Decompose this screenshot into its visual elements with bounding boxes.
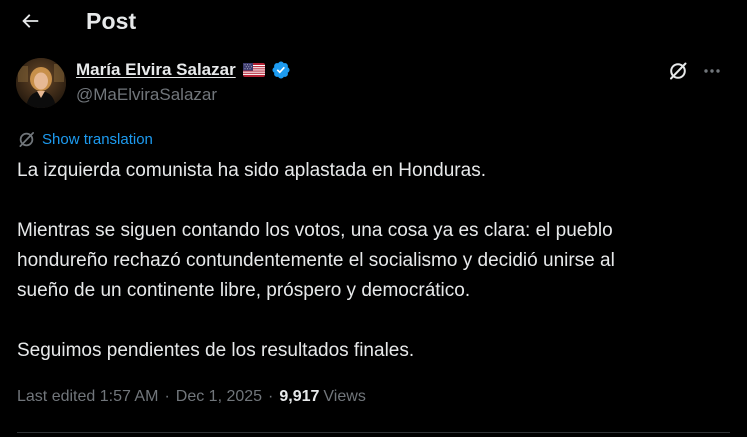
- us-flag-icon: [242, 63, 265, 77]
- author-name[interactable]: María Elvira Salazar: [76, 60, 236, 80]
- views-label: Views: [323, 388, 366, 405]
- tweet-paragraph: La izquierda comunista ha sido aplastada…: [17, 160, 486, 181]
- divider: [17, 432, 730, 433]
- page-title: Post: [86, 8, 137, 34]
- author-handle[interactable]: @MaElviraSalazar: [76, 85, 217, 105]
- tweet-paragraph: Seguimos pendientes de los resultados fi…: [17, 340, 415, 361]
- author-row: María Elvira Salazar: [76, 59, 291, 81]
- back-button[interactable]: [12, 3, 48, 39]
- avatar[interactable]: [16, 58, 66, 108]
- post-date[interactable]: Dec 1, 2025: [176, 388, 262, 406]
- tweet-paragraph: Mientras se siguen contando los votos, u…: [17, 220, 615, 301]
- more-options-button[interactable]: [700, 59, 724, 83]
- show-translation-label: Show translation: [42, 131, 153, 148]
- meta-separator: ·: [164, 388, 170, 405]
- verified-badge-icon[interactable]: [271, 60, 291, 80]
- grok-icon: [670, 62, 687, 80]
- arrow-left-icon: [22, 14, 39, 28]
- post-header: Post: [0, 0, 747, 44]
- meta-separator: ·: [268, 388, 274, 405]
- translate-icon: [19, 131, 35, 148]
- show-translation-link[interactable]: Show translation: [17, 130, 153, 149]
- grok-button[interactable]: [666, 59, 690, 83]
- tweet-meta: Last edited 1:57 AM · Dec 1, 2025 · 9,91…: [17, 388, 366, 406]
- avatar-image: [16, 58, 66, 108]
- edited-timestamp[interactable]: Last edited 1:57 AM: [17, 388, 158, 406]
- tweet-text: La izquierda comunista ha sido aplastada…: [17, 156, 727, 366]
- more-icon: [704, 69, 720, 73]
- views-count: 9,917: [279, 388, 320, 405]
